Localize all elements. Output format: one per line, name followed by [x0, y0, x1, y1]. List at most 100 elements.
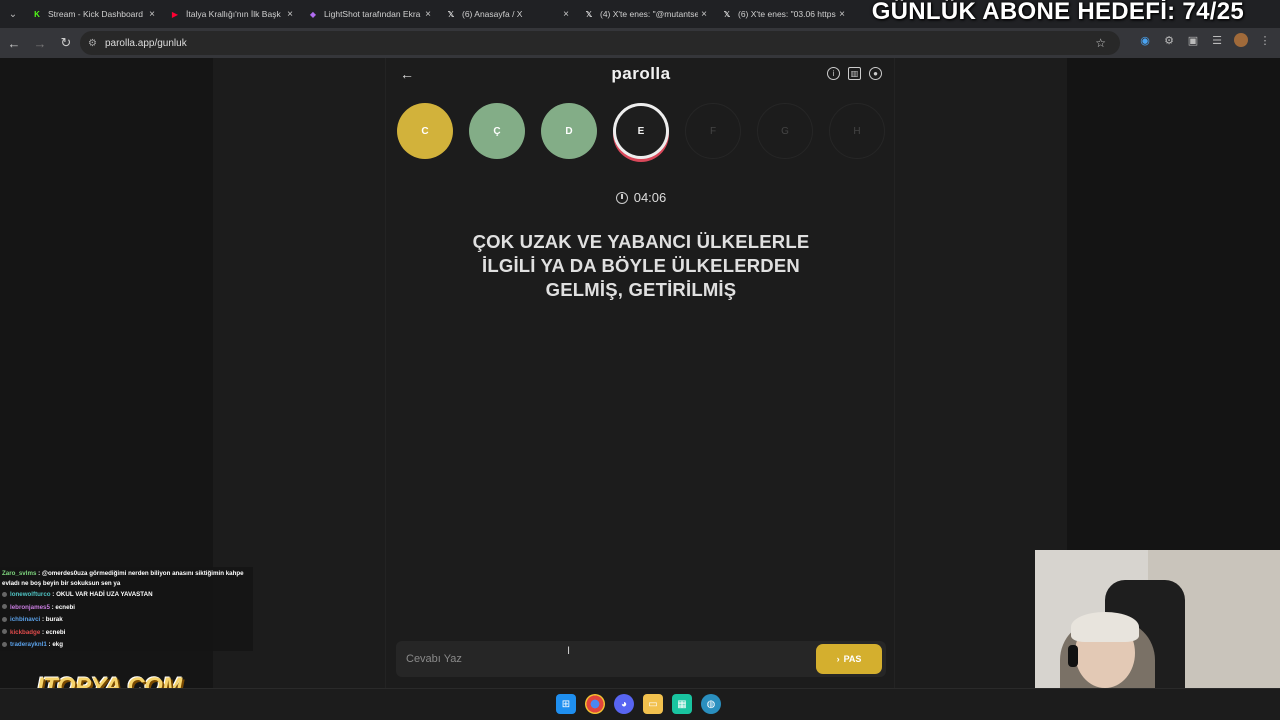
question-line: GELMİŞ, GETİRİLMİŞ [545, 279, 737, 300]
os-taskbar: ⊞ ◕ ▭ ▦ ◍ [0, 688, 1280, 720]
url-field[interactable]: ⚙ parolla.app/gunluk ☆ [80, 31, 1120, 55]
letter-progress: CÇDEFGH [397, 103, 887, 161]
browser-tab[interactable]: ▶ İtalya Krallığı'nın İlk Başk × [164, 0, 302, 28]
webcam-streamer-hair [1071, 612, 1139, 642]
letter-bubble-pending: H [829, 103, 885, 159]
chat-username[interactable]: Zaro_svlms [2, 570, 36, 577]
clock-icon [615, 191, 628, 204]
chat-badge-icon [2, 641, 7, 647]
tab-strip: K Stream - Kick Dashboard × ▶ İtalya Krallığ… [26, 0, 854, 28]
chat-message: lebronjames5 : ecnebi [2, 602, 251, 615]
browser-tab[interactable]: 𝕏 (6) Anasayfa / X × [440, 0, 578, 28]
url-text: parolla.app/gunluk [104, 37, 187, 49]
windows-start-icon[interactable]: ⊞ [556, 694, 576, 714]
extension-toolbar: ◉ ⚙ ▣ ☰ ⋮ [1138, 33, 1272, 47]
youtube-icon: ▶ [171, 9, 179, 19]
tab-title: LightShot tarafından Ekra [324, 9, 421, 19]
chrome-icon[interactable] [585, 694, 605, 714]
chat-badge-icon [2, 591, 7, 597]
chat-message: traderayknl1 : ekg [2, 639, 251, 652]
tab-close-icon[interactable]: × [836, 9, 848, 20]
chat-message: lonewolfturco : OKUL VAR HADİ UZA YAVAST… [2, 589, 251, 602]
forward-icon[interactable]: → [28, 31, 52, 55]
chat-badge-icon [2, 616, 7, 622]
browser-tab[interactable]: 𝕏 (4) X'te enes: "@mutantse × [578, 0, 716, 28]
answer-bar: › PAS [396, 641, 886, 677]
stats-icon[interactable]: ▥ [848, 67, 861, 80]
tab-title: İtalya Krallığı'nın İlk Başk [186, 9, 281, 19]
discord-icon[interactable]: ◕ [614, 694, 634, 714]
app-launcher-icon[interactable]: ▦ [672, 694, 692, 714]
pass-button[interactable]: › PAS [816, 644, 882, 674]
profile-avatar-icon[interactable] [1234, 33, 1248, 47]
browser-tab[interactable]: ◆ LightShot tarafından Ekra × [302, 0, 440, 28]
headset-icon [1068, 645, 1078, 667]
question-line: İLGİLİ YA DA BÖYLE ÜLKELERDEN [482, 255, 800, 276]
browser-tab[interactable]: 𝕏 (6) X'te enes: "03.06 https × [716, 0, 854, 28]
chat-username[interactable]: ichbinavci [10, 616, 40, 623]
question-line: ÇOK UZAK VE YABANCI ÜLKELERLE [472, 231, 810, 252]
parolla-app: ← parolla i ▥ ● CÇDEFGH 04:06 ÇOK UZAK V… [385, 58, 895, 688]
browser-globe-icon[interactable]: ◍ [701, 694, 721, 714]
reading-list-icon[interactable]: ☰ [1210, 33, 1224, 47]
tab-search-icon[interactable]: ⌄ [0, 0, 26, 28]
browser-tab[interactable]: K Stream - Kick Dashboard × [26, 0, 164, 28]
chat-text: : ekg [48, 641, 63, 648]
timer: 04:06 [386, 190, 896, 205]
chat-badge-icon [2, 604, 7, 610]
text-cursor-icon: I [567, 645, 571, 657]
chat-message: kickbadge : ecnebi [2, 627, 251, 640]
chat-message: ichbinavci : burak [2, 614, 251, 627]
letter-bubble-answered: D [541, 103, 597, 159]
site-info-icon[interactable]: ⚙ [88, 38, 97, 49]
chat-username[interactable]: traderayknl1 [10, 641, 47, 648]
chat-text: : OKUL VAR HADİ UZA YAVASTAN [52, 591, 153, 598]
tab-close-icon[interactable]: × [422, 9, 434, 20]
letter-bubble-pending: F [685, 103, 741, 159]
chat-text: : @omerdes0uza görmediğimi nerden biliyo… [2, 570, 244, 587]
extension-audio-icon[interactable]: ◉ [1138, 33, 1152, 47]
file-explorer-icon[interactable]: ▭ [643, 694, 663, 714]
letter-bubble-answered: Ç [469, 103, 525, 159]
chat-message: Zaro_svlms : @omerdes0uza görmediğimi ne… [2, 569, 251, 589]
lightshot-icon: ◆ [309, 9, 317, 19]
chat-text: : ecnebi [42, 628, 66, 636]
browser-menu-icon[interactable]: ⋮ [1258, 33, 1272, 47]
info-icon[interactable]: i [827, 67, 840, 80]
letter-bubble-active: E [613, 103, 669, 159]
app-logo: parolla [611, 64, 671, 83]
tab-close-icon[interactable]: × [146, 9, 158, 20]
stream-chat-overlay: Zaro_svlms : @omerdes0uza görmediğimi ne… [0, 567, 253, 651]
question-text: ÇOK UZAK VE YABANCI ÜLKELERLE İLGİLİ YA … [436, 230, 846, 302]
chat-badge-icon [2, 629, 7, 635]
kick-icon: K [34, 9, 40, 19]
tab-close-icon[interactable]: × [698, 9, 710, 20]
taskbar-apps: ⊞ ◕ ▭ ▦ ◍ [556, 694, 721, 714]
timer-value: 04:06 [633, 190, 667, 205]
subscriber-goal-overlay: GÜNLÜK ABONE HEDEFİ: 74/25 [871, 0, 1244, 25]
tab-title: (6) Anasayfa / X [462, 9, 523, 19]
x-icon: 𝕏 [723, 9, 731, 19]
extensions-puzzle-icon[interactable]: ▣ [1186, 33, 1200, 47]
tab-close-icon[interactable]: × [284, 9, 296, 20]
address-bar: ← → ↻ ⚙ parolla.app/gunluk ☆ ◉ ⚙ ▣ ☰ ⋮ [0, 28, 1280, 58]
letter-bubble-correct: C [397, 103, 453, 159]
bookmark-star-icon[interactable]: ☆ [1095, 36, 1106, 50]
tab-close-icon[interactable]: × [560, 9, 572, 20]
chat-username[interactable]: lebronjames5 [10, 604, 50, 611]
app-header: ← parolla i ▥ ● [386, 58, 896, 92]
tab-title: Stream - Kick Dashboard [48, 9, 143, 19]
pass-label: PAS [843, 654, 862, 664]
chat-text: : ecnebi [51, 603, 76, 611]
chat-username[interactable]: lonewolfturco [10, 591, 51, 598]
letter-bubble-pending: G [757, 103, 813, 159]
tab-title: (6) X'te enes: "03.06 https [738, 9, 836, 19]
extension-gear-icon[interactable]: ⚙ [1162, 33, 1176, 47]
profile-icon[interactable]: ● [869, 67, 882, 80]
reload-icon[interactable]: ↻ [54, 31, 78, 55]
header-actions: i ▥ ● [827, 67, 882, 80]
answer-input[interactable] [396, 641, 806, 677]
tab-title: (4) X'te enes: "@mutantse [600, 9, 698, 19]
chat-username[interactable]: kickbadge [10, 629, 40, 636]
back-icon[interactable]: ← [2, 31, 26, 55]
